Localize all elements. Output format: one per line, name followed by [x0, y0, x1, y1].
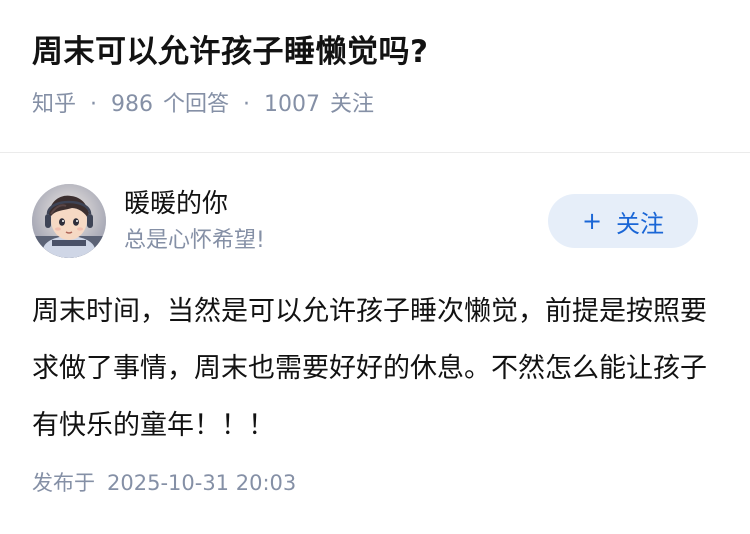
follower-count-label: 关注 [330, 92, 375, 117]
answer-count-label: 个回答 [163, 92, 230, 117]
question-title[interactable]: 周末可以允许孩子睡懒觉吗? [32, 30, 718, 74]
author-bio: 总是心怀希望! [124, 228, 265, 253]
avatar-cartoon-boy-icon [32, 184, 106, 258]
publish-label: 发布于 [32, 471, 95, 495]
question-meta: 知乎 · 986 个回答 · 1007 关注 [32, 90, 718, 120]
author-name[interactable]: 暖暖的你 [124, 186, 228, 222]
follow-button[interactable]: + 关注 [548, 194, 698, 248]
header-divider [0, 152, 750, 153]
question-header: 周末可以允许孩子睡懒觉吗? 知乎 · 986 个回答 · 1007 关注 [32, 30, 718, 120]
author-block: 暖暖的你 总是心怀希望! + 关注 [32, 184, 718, 260]
answer-content: 周末时间，当然是可以允许孩子睡次懒觉，前提是按照要求做了事情，周末也需要好好的休… [32, 296, 707, 441]
publish-time: 2025-10-31 20:03 [107, 471, 297, 495]
answer-count: 986 [111, 92, 154, 117]
source-label[interactable]: 知乎 [32, 90, 76, 120]
meta-separator: · [243, 92, 251, 117]
publish-info: 发布于 2025-10-31 20:03 [32, 468, 296, 498]
follow-button-label: 关注 [616, 209, 665, 238]
plus-icon: + [581, 207, 603, 235]
author-avatar[interactable] [32, 184, 106, 258]
follower-count: 1007 [264, 92, 321, 117]
meta-separator: · [90, 92, 98, 117]
